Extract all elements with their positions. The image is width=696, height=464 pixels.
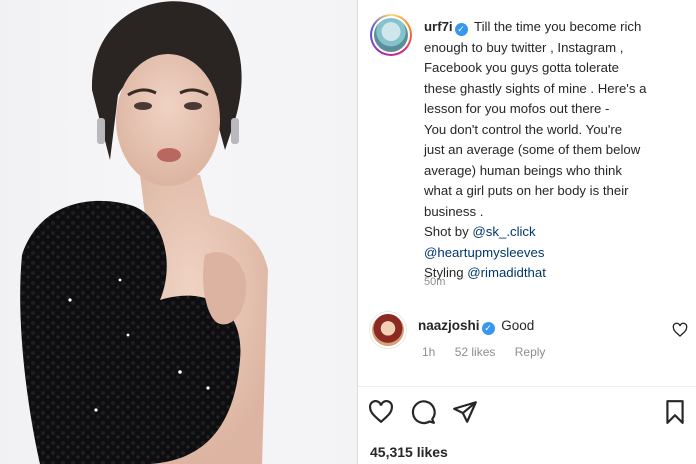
mention-link[interactable]: @heartupmysleeves <box>424 243 688 264</box>
commenter-username[interactable]: naazjoshi <box>418 318 480 333</box>
action-bar <box>368 399 688 425</box>
comment-reply-button[interactable]: Reply <box>515 345 546 359</box>
caption-line: average) human beings who think <box>424 162 622 178</box>
post-caption: urf7i ✓ Till the time you become rich eno… <box>424 17 688 284</box>
caption-text: Till the time you become rich <box>474 19 642 34</box>
shot-by-label: Shot by <box>424 224 469 239</box>
comment-text: Good <box>501 318 535 333</box>
caption-line: enough to buy twitter , Instagram , <box>424 39 624 55</box>
heart-icon[interactable] <box>368 399 394 425</box>
comment-meta: 1h 52 likes Reply <box>422 345 561 359</box>
verified-badge-icon: ✓ <box>454 23 468 36</box>
post-panel: urf7i ✓ Till the time you become rich eno… <box>358 0 696 464</box>
caption-line: what a girl puts on her body is their <box>424 183 629 198</box>
caption-line: lesson for you mofos out there - <box>424 101 610 116</box>
caption-line: these ghastly sights of mine . Here's a <box>424 80 647 96</box>
commenter-avatar[interactable] <box>370 312 406 348</box>
bookmark-icon[interactable] <box>662 399 688 425</box>
paper-plane-icon[interactable] <box>452 399 478 425</box>
caption-line: Facebook you guys gotta tolerate <box>424 60 620 75</box>
caption-credit-line: Shot by @sk_.click <box>424 222 688 243</box>
author-username[interactable]: urf7i <box>424 19 453 34</box>
comment-item: naazjoshi ✓ Good <box>418 318 534 335</box>
comment-heart-icon[interactable] <box>672 322 688 338</box>
like-count[interactable]: 45,315 likes <box>370 444 448 460</box>
caption-line: You don't control the world. You're <box>424 121 623 137</box>
comment-likes[interactable]: 52 likes <box>455 345 496 359</box>
comment-time[interactable]: 1h <box>422 345 435 359</box>
caption-line: business . <box>424 203 484 219</box>
post-photo[interactable] <box>0 0 357 464</box>
caption-line: just an average (some of them below <box>424 142 641 157</box>
comment-icon[interactable] <box>410 399 436 425</box>
actions-divider <box>358 386 696 387</box>
caption-styling-line: Styling @rimadidthat <box>424 263 688 284</box>
author-avatar[interactable] <box>370 14 412 56</box>
caption-line: urf7i ✓ Till the time you become rich <box>424 17 688 38</box>
verified-badge-icon: ✓ <box>481 322 495 335</box>
mention-link[interactable]: @rimadidthat <box>467 265 546 280</box>
mention-link[interactable]: @sk_.click <box>472 224 535 239</box>
post-image <box>20 1 268 464</box>
post-timestamp[interactable]: 50m <box>424 276 445 288</box>
